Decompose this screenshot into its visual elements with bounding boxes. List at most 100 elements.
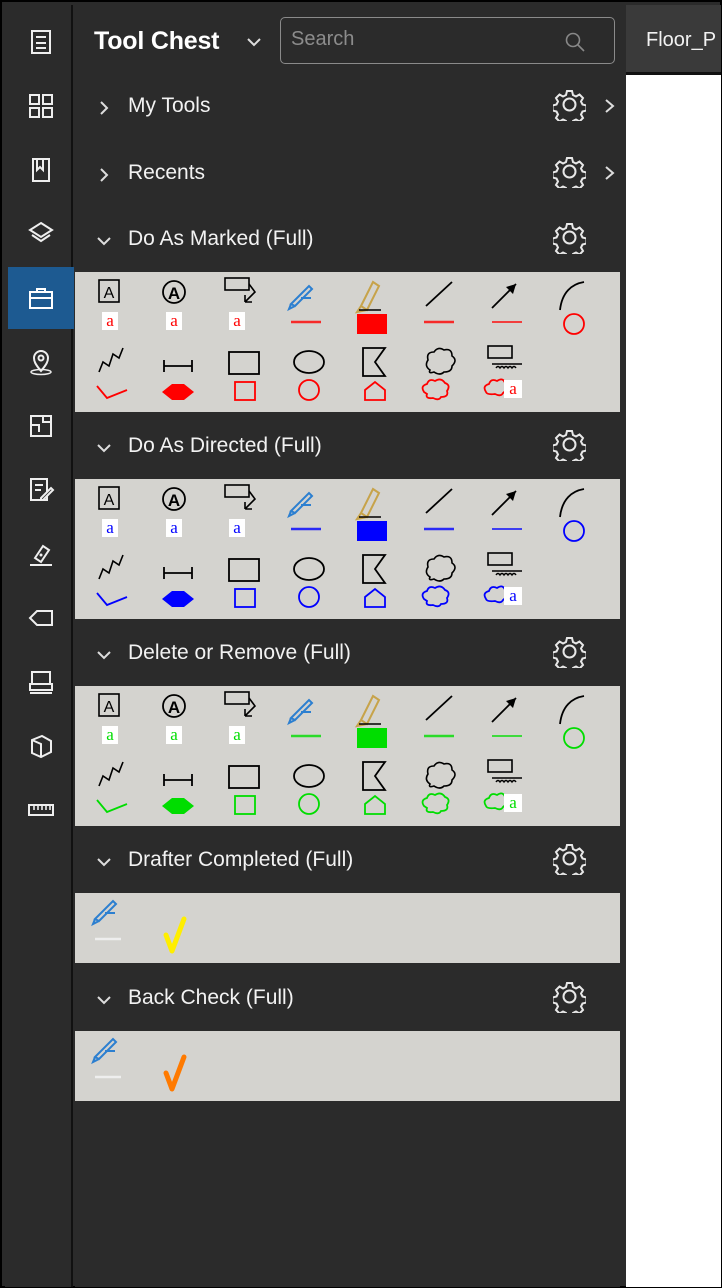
tool-text-icon[interactable]: Aa (85, 274, 147, 340)
tool-circle-icon[interactable]: Aa (150, 481, 212, 547)
thumbnails-icon (29, 94, 53, 118)
tool-arrow-icon[interactable] (478, 481, 540, 547)
section-header-2[interactable]: Do As Marked (Full) (75, 208, 620, 272)
chevron-down-icon[interactable] (243, 31, 265, 53)
search-box[interactable] (280, 17, 615, 64)
gear-icon[interactable] (551, 980, 588, 1018)
tool-ellipse-icon[interactable] (281, 342, 343, 408)
tool-arrow-icon[interactable] (478, 688, 540, 754)
tool-measure-icon[interactable] (150, 549, 212, 615)
gear-icon[interactable] (551, 635, 588, 673)
panel-title[interactable]: Tool Chest (94, 27, 220, 56)
chevron-down-icon[interactable] (93, 437, 115, 459)
measurements-button[interactable] (8, 779, 74, 841)
gear-icon[interactable] (551, 428, 588, 466)
svg-text:a: a (233, 311, 241, 330)
gear-icon[interactable] (551, 155, 588, 193)
tool-polygon-icon[interactable] (347, 549, 409, 615)
tags-button[interactable] (8, 587, 74, 649)
bookmarks-button[interactable] (8, 139, 74, 201)
tool-line-icon[interactable] (412, 274, 474, 340)
tool-cloudtext-icon[interactable]: a (478, 756, 540, 822)
tool-cloud-icon[interactable] (412, 756, 474, 822)
scan-button[interactable] (8, 651, 74, 713)
tool-text-icon[interactable]: Aa (85, 688, 147, 754)
document-tab[interactable]: Floor_P (626, 5, 721, 75)
section-label: Do As Directed (Full) (128, 434, 322, 457)
tool-callout-icon[interactable]: a (215, 481, 277, 547)
section-header-0[interactable]: My Tools (75, 75, 620, 139)
tool-callout-icon[interactable]: a (215, 688, 277, 754)
section-header-1[interactable]: Recents (75, 142, 620, 206)
tool-circle-icon[interactable]: Aa (150, 274, 212, 340)
tool-callout-icon[interactable]: a (215, 274, 277, 340)
chevron-down-icon[interactable] (93, 230, 115, 252)
svg-text:A: A (104, 285, 115, 302)
chevron-right-icon[interactable] (603, 163, 617, 183)
tool-ellipse-icon[interactable] (281, 549, 343, 615)
3d-button[interactable] (8, 715, 74, 777)
document-properties-button[interactable] (8, 11, 74, 73)
tool-measure-icon[interactable] (150, 342, 212, 408)
section-header-3[interactable]: Do As Directed (Full) (75, 415, 620, 479)
tool-pen2-icon[interactable] (85, 895, 147, 961)
search-icon[interactable] (563, 30, 589, 56)
tool-rect-icon[interactable] (215, 342, 277, 408)
tool-poly-icon[interactable] (85, 756, 147, 822)
tool-cloudtext-icon[interactable]: a (478, 549, 540, 615)
tool-arc-icon[interactable] (544, 688, 606, 754)
tool-high-icon[interactable] (347, 481, 409, 547)
spaces-button[interactable] (8, 395, 74, 457)
tool-rect-icon[interactable] (215, 756, 277, 822)
tool-circle-icon[interactable]: Aa (150, 688, 212, 754)
tool-high-icon[interactable] (347, 688, 409, 754)
document-area[interactable]: Floor_P (626, 5, 721, 1287)
layers-button[interactable] (8, 203, 74, 265)
tool-pen2-icon[interactable] (85, 1033, 147, 1099)
chevron-down-icon[interactable] (93, 644, 115, 666)
chevron-right-icon[interactable] (93, 164, 115, 186)
section-header-6[interactable]: Back Check (Full) (75, 967, 620, 1031)
tool-cloudtext-icon[interactable]: a (478, 342, 540, 408)
svg-text:a: a (170, 518, 178, 537)
tool-poly-icon[interactable] (85, 549, 147, 615)
tool-pen-icon[interactable] (281, 274, 343, 340)
section-header-5[interactable]: Drafter Completed (Full) (75, 829, 620, 893)
tool-polygon-icon[interactable] (347, 756, 409, 822)
tool-pen-icon[interactable] (281, 688, 343, 754)
tool-high-icon[interactable] (347, 274, 409, 340)
tool-text-icon[interactable]: Aa (85, 481, 147, 547)
thumbnails-button[interactable] (8, 75, 74, 137)
tool-cloud-icon[interactable] (412, 549, 474, 615)
tool-polygon-icon[interactable] (347, 342, 409, 408)
tool-grid (75, 893, 620, 963)
search-input[interactable] (291, 28, 551, 51)
tool-pen-icon[interactable] (281, 481, 343, 547)
tool-ellipse-icon[interactable] (281, 756, 343, 822)
chevron-down-icon[interactable] (93, 851, 115, 873)
tool-cloud-icon[interactable] (412, 342, 474, 408)
tool-rect-icon[interactable] (215, 549, 277, 615)
svg-text:a: a (170, 725, 178, 744)
chevron-right-icon[interactable] (93, 97, 115, 119)
chevron-right-icon[interactable] (603, 96, 617, 116)
tool-arc-icon[interactable] (544, 481, 606, 547)
places-button[interactable] (8, 331, 74, 393)
section-header-4[interactable]: Delete or Remove (Full) (75, 622, 620, 686)
gear-icon[interactable] (551, 88, 588, 126)
tool-line-icon[interactable] (412, 688, 474, 754)
tool-arc-icon[interactable] (544, 274, 606, 340)
chevron-down-icon[interactable] (93, 989, 115, 1011)
tool-poly-icon[interactable] (85, 342, 147, 408)
tool-chest-button[interactable] (8, 267, 74, 329)
signatures-button[interactable] (8, 523, 74, 585)
tool-line-icon[interactable] (412, 481, 474, 547)
markups-list-button[interactable] (8, 459, 74, 521)
gear-icon[interactable] (551, 842, 588, 880)
tool-measure-icon[interactable] (150, 756, 212, 822)
svg-text:a: a (106, 311, 114, 330)
gear-icon[interactable] (551, 221, 588, 259)
tool-arrow-icon[interactable] (478, 274, 540, 340)
tool-check-icon[interactable] (150, 1033, 212, 1099)
tool-check-icon[interactable] (150, 895, 212, 961)
